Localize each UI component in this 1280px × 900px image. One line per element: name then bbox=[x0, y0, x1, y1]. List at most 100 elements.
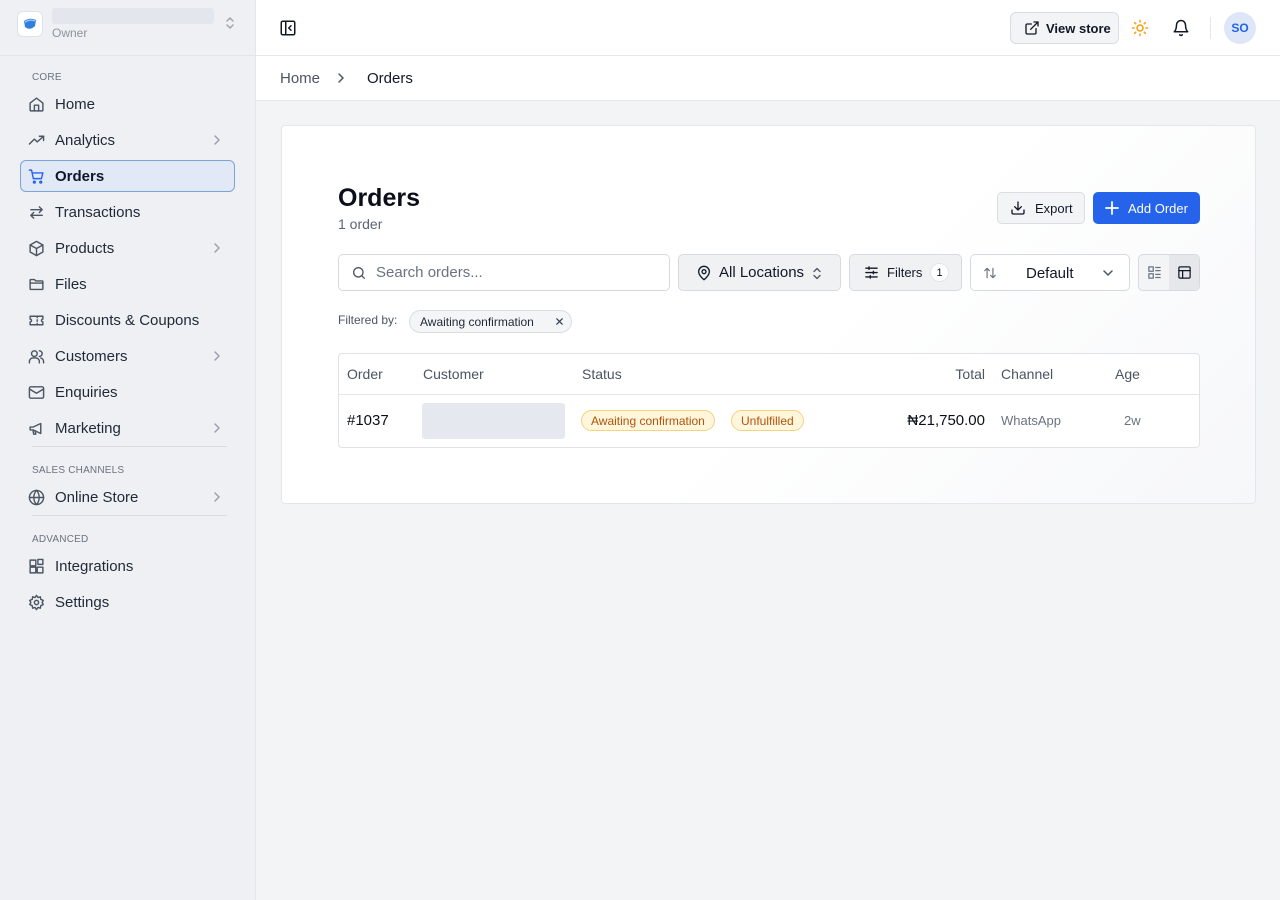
column-header-status[interactable]: Status bbox=[582, 366, 622, 382]
chevron-right-icon bbox=[211, 350, 223, 362]
chevrons-up-down-icon bbox=[224, 15, 236, 31]
sidebar-item-enquiries[interactable]: Enquiries bbox=[20, 376, 235, 408]
add-order-button[interactable]: Add Order bbox=[1093, 192, 1200, 224]
sidebar-item-label: Customers bbox=[55, 347, 128, 365]
mail-icon bbox=[21, 384, 55, 401]
add-order-label: Add Order bbox=[1128, 200, 1188, 216]
sliders-icon bbox=[864, 265, 879, 280]
page-title: Orders bbox=[338, 184, 420, 212]
chevron-right-icon bbox=[335, 72, 347, 84]
sidebar-item-customers[interactable]: Customers bbox=[20, 340, 235, 372]
sidebar-item-online-store[interactable]: Online Store bbox=[20, 481, 235, 513]
location-select[interactable]: All Locations bbox=[678, 254, 841, 291]
sidebar: Owner CORE Home Analytics Orders Transac… bbox=[0, 0, 256, 900]
table-view-icon bbox=[1177, 265, 1192, 280]
order-age: 2w bbox=[1124, 413, 1141, 428]
breadcrumb: Home Orders bbox=[256, 56, 1280, 101]
topbar-divider bbox=[1210, 17, 1211, 39]
sidebar-item-discounts[interactable]: Discounts & Coupons bbox=[20, 304, 235, 336]
active-filter-chip: Awaiting confirmation bbox=[409, 310, 572, 333]
filters-button[interactable]: Filters 1 bbox=[849, 254, 962, 291]
order-number[interactable]: #1037 bbox=[347, 412, 389, 429]
table-header: Order Customer Status Total Channel Age bbox=[339, 354, 1199, 395]
column-header-channel[interactable]: Channel bbox=[1001, 366, 1053, 382]
transfer-icon bbox=[21, 204, 55, 221]
view-store-button[interactable]: View store bbox=[1010, 12, 1119, 44]
box-icon bbox=[21, 240, 55, 257]
sidebar-item-label: Online Store bbox=[55, 488, 139, 506]
sort-select[interactable]: Default bbox=[970, 254, 1130, 291]
sidebar-item-files[interactable]: Files bbox=[20, 268, 235, 300]
fulfillment-badge: Unfulfilled bbox=[731, 410, 804, 431]
filters-count-badge: 1 bbox=[930, 263, 949, 282]
ticket-icon bbox=[21, 312, 55, 329]
order-total: ₦21,750.00 bbox=[907, 412, 985, 429]
chevron-down-icon bbox=[1102, 267, 1114, 279]
sidebar-item-label: Home bbox=[55, 95, 96, 113]
list-view-icon bbox=[1147, 265, 1162, 280]
orders-table: Order Customer Status Total Channel Age … bbox=[338, 353, 1200, 448]
sidebar-item-home[interactable]: Home bbox=[20, 88, 235, 120]
home-icon bbox=[21, 96, 55, 113]
sidebar-toggle-icon[interactable] bbox=[279, 19, 297, 37]
blocks-icon bbox=[21, 558, 55, 575]
section-label-advanced: ADVANCED bbox=[32, 534, 89, 545]
close-icon[interactable] bbox=[555, 317, 564, 326]
column-header-order[interactable]: Order bbox=[347, 366, 383, 382]
sidebar-item-marketing[interactable]: Marketing bbox=[20, 412, 235, 444]
megaphone-icon bbox=[21, 420, 55, 437]
sidebar-item-label: Integrations bbox=[55, 557, 134, 575]
folder-icon bbox=[21, 276, 55, 293]
sun-icon[interactable] bbox=[1131, 19, 1149, 37]
order-count: 1 order bbox=[338, 216, 383, 232]
search-input[interactable] bbox=[376, 264, 656, 281]
sidebar-item-label: Marketing bbox=[55, 419, 121, 437]
search-field[interactable] bbox=[338, 254, 670, 291]
export-button[interactable]: Export bbox=[997, 192, 1085, 224]
table-view-button[interactable] bbox=[1169, 255, 1199, 290]
column-header-age[interactable]: Age bbox=[1115, 366, 1140, 382]
store-name-placeholder bbox=[52, 8, 214, 24]
search-icon bbox=[351, 265, 367, 281]
bell-icon[interactable] bbox=[1172, 19, 1190, 37]
status-badge: Awaiting confirmation bbox=[581, 410, 715, 431]
sidebar-item-label: Analytics bbox=[55, 131, 116, 149]
sidebar-item-label: Orders bbox=[55, 167, 105, 185]
store-logo bbox=[17, 11, 43, 37]
chevron-right-icon bbox=[211, 134, 223, 146]
export-label: Export bbox=[1035, 200, 1073, 216]
map-pin-icon bbox=[696, 265, 712, 281]
avatar[interactable]: SO bbox=[1224, 12, 1256, 44]
store-role: Owner bbox=[52, 26, 88, 40]
column-header-total[interactable]: Total bbox=[955, 366, 985, 382]
table-row[interactable]: #1037 Awaiting confirmation Unfulfilled … bbox=[339, 395, 1199, 447]
sidebar-item-integrations[interactable]: Integrations bbox=[20, 550, 235, 582]
chevrons-up-down-icon bbox=[812, 267, 822, 280]
users-icon bbox=[21, 348, 55, 365]
store-switcher[interactable]: Owner bbox=[0, 0, 255, 56]
top-bar: View store SO bbox=[256, 0, 1280, 56]
sidebar-item-settings[interactable]: Settings bbox=[20, 586, 235, 618]
sidebar-item-transactions[interactable]: Transactions bbox=[20, 196, 235, 228]
filters-label: Filters bbox=[887, 265, 923, 280]
external-link-icon bbox=[1024, 20, 1040, 36]
sidebar-item-label: Enquiries bbox=[55, 383, 118, 401]
order-channel: WhatsApp bbox=[1001, 413, 1061, 428]
list-view-button[interactable] bbox=[1139, 255, 1169, 290]
gear-icon bbox=[21, 594, 55, 611]
active-filter-label: Awaiting confirmation bbox=[420, 314, 534, 329]
filtered-by-label: Filtered by: bbox=[338, 313, 398, 327]
sidebar-item-label: Products bbox=[55, 239, 115, 257]
sidebar-divider bbox=[32, 446, 227, 447]
sidebar-divider bbox=[32, 515, 227, 516]
location-value: All Locations bbox=[719, 264, 805, 281]
breadcrumb-home-link[interactable]: Home bbox=[280, 70, 320, 87]
section-label-sales-channels: SALES CHANNELS bbox=[32, 465, 125, 476]
plus-icon bbox=[1105, 201, 1119, 215]
chevron-right-icon bbox=[211, 491, 223, 503]
sidebar-item-orders[interactable]: Orders bbox=[20, 160, 235, 192]
sidebar-item-analytics[interactable]: Analytics bbox=[20, 124, 235, 156]
sidebar-item-label: Transactions bbox=[55, 203, 141, 221]
sidebar-item-products[interactable]: Products bbox=[20, 232, 235, 264]
column-header-customer[interactable]: Customer bbox=[423, 366, 484, 382]
